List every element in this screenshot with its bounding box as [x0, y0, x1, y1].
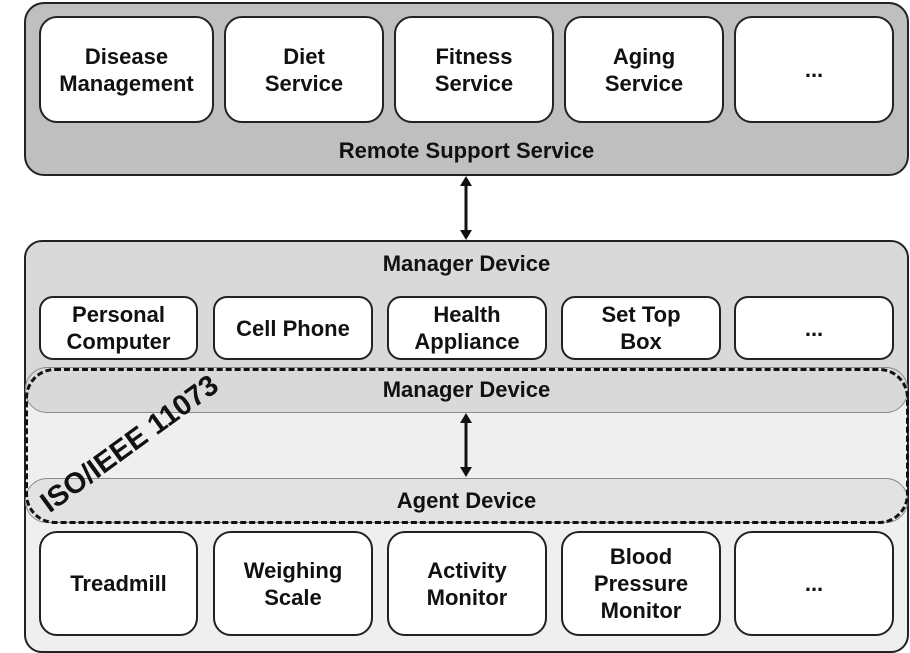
service-more: ... — [734, 16, 894, 123]
service-diet: Diet Service — [224, 16, 384, 123]
service-disease-management: Disease Management — [39, 16, 214, 123]
remote-support-title: Remote Support Service — [338, 138, 595, 163]
device-personal-computer: Personal Computer — [39, 296, 198, 360]
agent-more: ... — [734, 531, 894, 636]
agent-weighing-scale: Weighing Scale — [213, 531, 373, 636]
device-set-top-box: Set Top Box — [561, 296, 721, 360]
iso-ieee-11073-boundary — [25, 368, 909, 524]
device-more: ... — [734, 296, 894, 360]
service-fitness: Fitness Service — [394, 16, 554, 123]
manager-title: Manager Device — [382, 251, 551, 276]
bidirectional-arrow-icon — [460, 176, 472, 240]
device-health-appliance: Health Appliance — [387, 296, 547, 360]
agent-blood-pressure-monitor: Blood Pressure Monitor — [561, 531, 721, 636]
architecture-diagram: Disease Management Diet Service Fitness … — [0, 0, 910, 653]
service-aging: Aging Service — [564, 16, 724, 123]
agent-treadmill: Treadmill — [39, 531, 198, 636]
agent-activity-monitor: Activity Monitor — [387, 531, 547, 636]
device-cell-phone: Cell Phone — [213, 296, 373, 360]
